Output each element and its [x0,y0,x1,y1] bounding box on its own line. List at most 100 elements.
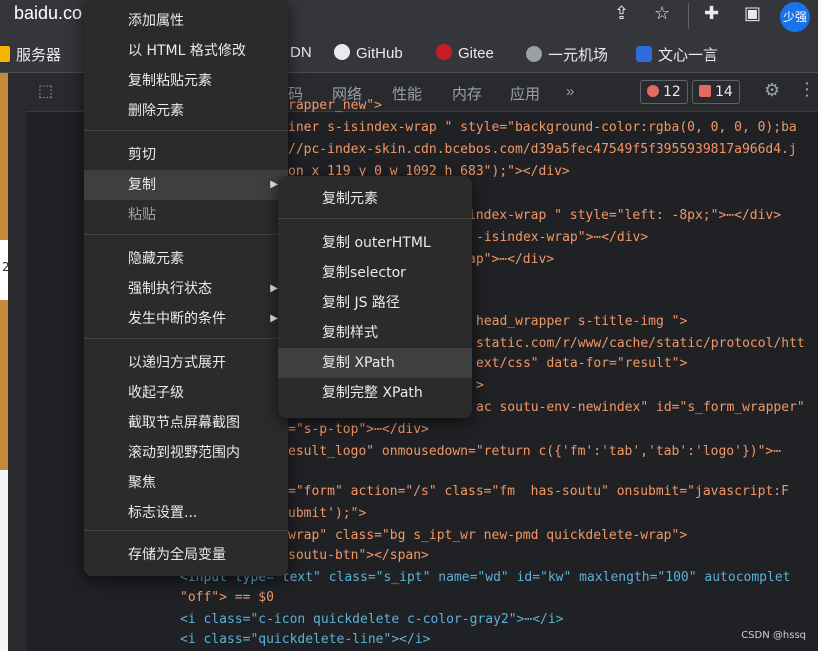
code-line[interactable]: ="form" action="/s" class="fm has-soutu"… [288,484,789,499]
sidebar-icon[interactable]: ▣ [744,3,761,24]
menu-item-capture-node-screenshot[interactable]: 截取节点屏幕截图 [84,408,288,438]
gear-icon[interactable]: ⚙ [764,80,780,101]
context-menu: 添加属性以 HTML 格式修改 复制粘贴元素 删除元素剪切复制 ▶ 粘贴隐藏元素强制执行… [84,0,288,576]
bookmark-airport[interactable]: 一元机场 [526,44,608,65]
copy-submenu: 复制元素复制 outerHTML 复制selector 复制 JS 路径 复制样式复制… [278,176,472,418]
code-line[interactable]: -isindex-wrap">⋯</div> [476,230,648,245]
share-icon[interactable]: ⇪ [614,3,629,24]
menu-separator [278,218,472,219]
code-line[interactable]: > [476,378,484,393]
code-line[interactable]: <i class="c-icon quickdelete c-color-gra… [180,612,564,627]
gitee-icon [436,44,452,60]
submenu-item-copy-js-path[interactable]: 复制 JS 路径 [278,288,472,318]
menu-item-break-on[interactable]: 发生中断的条件 ▶ [84,304,288,334]
menu-item-force-state[interactable]: 强制执行状态 ▶ [84,274,288,304]
menu-item-label: 添加属性 [128,13,184,29]
tab-memory[interactable]: 内存 [452,83,482,104]
menu-item-hide-element[interactable]: 隐藏元素 [84,244,288,274]
watermark: CSDN @hssq [741,630,806,641]
code-line[interactable]: wrap" class="bg s_ipt_wr new-pmd quickde… [288,528,687,543]
submenu-item-copy-outerhtml[interactable]: 复制 outerHTML [278,228,472,258]
submenu-item-label: 复制 outerHTML [322,235,431,251]
star-icon[interactable]: ☆ [654,3,670,24]
code-line[interactable]: ac soutu-env-newindex" id="s_form_wrappe… [476,400,805,415]
tab-application[interactable]: 应用 [510,83,540,104]
menu-item-label: 发生中断的条件 [128,311,226,327]
tab-performance[interactable]: 性能 [392,83,422,104]
submenu-item-label: 复制 XPath [322,355,395,371]
address-bar-url[interactable]: baidu.co [14,3,82,24]
code-line[interactable]: <i class="quickdelete-line"></i> [180,632,430,647]
code-line[interactable]: head_wrapper s-title-img "> [476,314,687,329]
submenu-item-copy-full-xpath[interactable]: 复制完整 XPath [278,378,472,408]
submenu-arrow-icon: ▶ [270,179,278,190]
menu-item-scroll-into-view[interactable]: 滚动到视野范围内 [84,438,288,468]
menu-item-label: 存储为全局变量 [128,547,226,563]
devtools-gutter [8,73,27,651]
bookmark-github[interactable]: GitHub [334,44,403,62]
submenu-item-label: 复制元素 [322,191,378,207]
menu-item-label: 复制粘贴元素 [128,73,212,89]
inspect-icon[interactable]: ⬚ [38,81,53,100]
code-line[interactable]: ext/css" data-for="result"> [476,356,687,371]
submenu-item-copy-styles[interactable]: 复制样式 [278,318,472,348]
submenu-item-label: 复制完整 XPath [322,385,423,401]
menu-item-label: 删除元素 [128,103,184,119]
menu-item-duplicate-element[interactable]: 复制粘贴元素 [84,66,288,96]
github-icon [334,44,350,60]
globe-icon [526,46,542,62]
menu-separator [84,530,288,531]
menu-item-label: 隐藏元素 [128,251,184,267]
menu-item-label: 以 HTML 格式修改 [128,43,246,59]
menu-item-label: 复制 [128,177,156,193]
bookmark-gitee[interactable]: Gitee [436,44,494,62]
menu-item-label: 标志设置... [128,505,198,521]
code-line[interactable]: ="s-p-top">⋯</div> [288,422,429,437]
menu-item-collapse-children[interactable]: 收起子级 [84,378,288,408]
bookmark-csdn[interactable]: DN [290,44,312,61]
menu-item-label: 滚动到视野范围内 [128,445,240,461]
code-line[interactable]: soutu-btn"></span> [288,548,429,563]
submenu-item-copy-xpath[interactable]: 复制 XPath [278,348,472,378]
extensions-icon[interactable]: ✚ [704,3,719,24]
menu-item-cut[interactable]: 剪切 [84,140,288,170]
code-line[interactable]: iner s-isindex-wrap " style="background-… [288,120,797,135]
menu-item-paste[interactable]: 粘贴 [84,200,288,230]
tab-more[interactable]: » [566,83,574,100]
menu-item-edit-as-html[interactable]: 以 HTML 格式修改 [84,36,288,66]
error-count-badge[interactable]: 12 [640,80,688,104]
menu-item-expand-recursively[interactable]: 以递归方式展开 [84,348,288,378]
menu-item-label: 以递归方式展开 [128,355,226,371]
menu-separator [84,234,288,235]
code-line[interactable]: esult_logo" onmousedown="return c({'fm':… [288,444,781,459]
menu-item-label: 收起子级 [128,385,184,401]
menu-item-label: 剪切 [128,147,156,163]
bookmark-servers[interactable]: 服务器 [0,44,61,65]
menu-item-badge-settings[interactable]: 标志设置... [84,498,288,528]
more-options-icon[interactable]: ⋮ [798,79,816,100]
avatar[interactable]: 少强 [780,2,810,32]
submenu-arrow-icon: ▶ [270,313,278,324]
divider [688,3,689,29]
code-line[interactable]: index-wrap " style="left: -8px;">⋯</div> [468,208,781,223]
code-line[interactable]: "off"> == $0 [180,590,274,605]
menu-item-add-attribute[interactable]: 添加属性 [84,6,288,36]
menu-item-focus[interactable]: 聚焦 [84,468,288,498]
code-line[interactable]: static.com/r/www/cache/static/protocol/h… [476,336,805,351]
code-line[interactable]: ap">⋯</div> [468,252,554,267]
menu-item-label: 粘贴 [128,207,156,223]
menu-item-label: 聚焦 [128,475,156,491]
code-line[interactable]: rapper_new"> [288,98,382,113]
issue-count-badge[interactable]: 14 [692,80,740,104]
submenu-item-copy-selector[interactable]: 复制selector [278,258,472,288]
menu-item-copy[interactable]: 复制 ▶ [84,170,288,200]
folder-icon [0,46,10,62]
menu-item-store-as-global-variable[interactable]: 存储为全局变量 [84,540,288,570]
menu-item-label: 强制执行状态 [128,281,212,297]
code-line[interactable]: ubmit');"> [288,506,366,521]
bookmark-wenxin[interactable]: 文心一言 [636,44,718,65]
submenu-item-copy-element[interactable]: 复制元素 [278,184,472,214]
code-line[interactable]: //pc-index-skin.cdn.bcebos.com/d39a5fec4… [288,142,797,157]
menu-item-delete-element[interactable]: 删除元素 [84,96,288,126]
issue-icon [699,85,711,97]
